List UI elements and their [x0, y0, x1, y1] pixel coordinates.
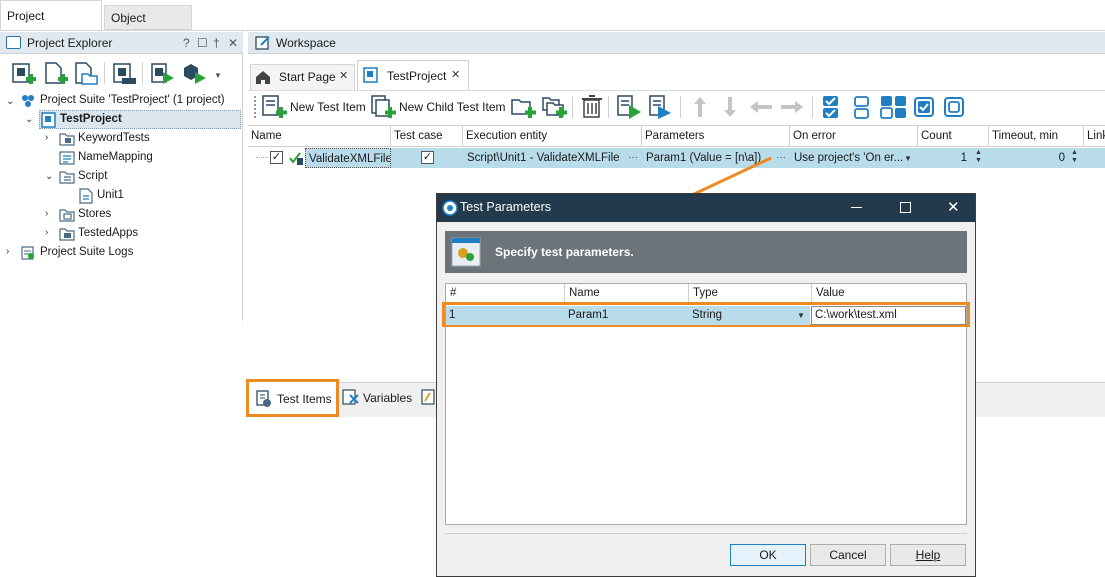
column-header-name[interactable]: Name — [565, 284, 689, 303]
dialog-app-icon — [442, 200, 458, 216]
banner-text: Specify test parameters. — [495, 245, 634, 259]
parameters-banner-icon — [451, 237, 481, 267]
dialog-banner: Specify test parameters. — [445, 231, 967, 273]
ok-button[interactable]: OK — [730, 544, 806, 566]
chevron-down-icon[interactable]: ▼ — [797, 311, 805, 320]
cancel-button[interactable]: Cancel — [810, 544, 886, 566]
param-type[interactable]: String — [689, 306, 789, 325]
dialog-title-bar: Test Parameters ✕ — [437, 194, 975, 222]
column-header-type[interactable]: Type — [689, 284, 812, 303]
column-header-index[interactable]: # — [446, 284, 565, 303]
column-header-value[interactable]: Value — [812, 284, 966, 303]
close-icon[interactable]: ✕ — [947, 198, 960, 216]
help-button[interactable]: Help — [890, 544, 966, 566]
minimize-icon[interactable] — [851, 207, 862, 208]
param-name[interactable]: Param1 — [565, 306, 689, 325]
param-index: 1 — [449, 309, 456, 321]
dialog-divider — [445, 533, 967, 534]
dialog-title: Test Parameters — [460, 200, 552, 214]
param-value[interactable]: C:\work\test.xml — [812, 306, 962, 325]
maximize-icon[interactable] — [900, 202, 911, 213]
